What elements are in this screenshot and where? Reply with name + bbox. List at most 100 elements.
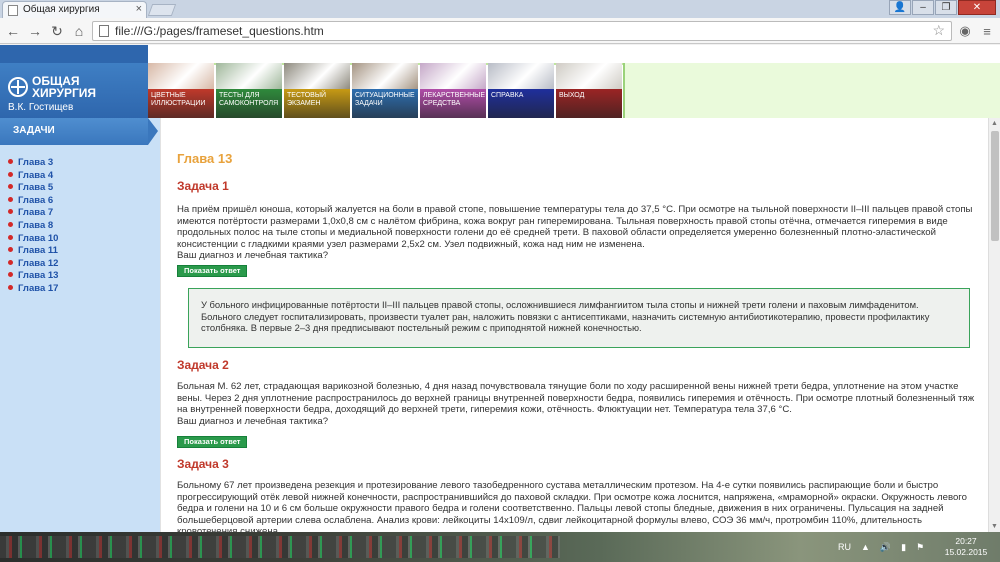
task-2-text: Больная М. 62 лет, страдающая варикозной… — [177, 381, 975, 427]
chapter-list: Глава 3 Глава 4 Глава 5 Глава 6 Глава 7 Глава… — [8, 157, 58, 296]
clock-date: 15.02.2015 — [944, 547, 988, 557]
taskbar: RU ▲ 🔊 ▮ ⚑ 20:27 15.02.2015 — [0, 532, 1000, 562]
sidebar-item-label: Глава 5 — [18, 182, 54, 194]
clock-time: 20:27 — [955, 536, 977, 546]
reload-icon[interactable]: ↻ — [48, 22, 66, 40]
task-3-title: Задача 3 — [177, 457, 229, 471]
sidebar-item-label: Глава 7 — [18, 207, 54, 219]
new-tab-button[interactable] — [147, 4, 177, 16]
nav-tile-6[interactable]: Справка — [488, 63, 554, 118]
nav-tile-image — [216, 63, 282, 89]
chapter-title: Глава 13 — [177, 151, 233, 166]
medical-cross-icon — [8, 77, 28, 97]
bullet-icon — [8, 247, 13, 253]
restore-icon[interactable]: ❐ — [935, 0, 957, 15]
nav-tile-image — [284, 63, 350, 89]
menu-icon[interactable]: ≡ — [978, 22, 996, 40]
address-bar[interactable]: file:///G:/pages/frameset_questions.htm … — [92, 21, 952, 41]
answer-box: У больного инфицированные потёртости II–… — [188, 288, 970, 348]
nav-tile-5[interactable]: Лекарственные средства — [420, 63, 486, 118]
sidebar-item-chapter[interactable]: Глава 6 — [8, 195, 58, 208]
flag-icon[interactable]: ⚑ — [916, 542, 924, 553]
nav-tile-4[interactable]: Ситуационные задачи — [352, 63, 418, 118]
top-band — [0, 45, 148, 63]
sidebar-item-label: Глава 3 — [18, 157, 54, 168]
sidebar-item-chapter[interactable]: Глава 3 — [8, 157, 58, 170]
nav-tile-label: Справка — [488, 89, 554, 118]
bullet-icon — [8, 171, 13, 177]
content-frame: Глава 13 Задача 1 На приём пришёл юноша,… — [160, 118, 988, 532]
header-band — [623, 63, 1000, 118]
network-icon[interactable]: ▮ — [901, 542, 906, 553]
sidebar-item-chapter[interactable]: Глава 4 — [8, 170, 58, 183]
close-window-icon[interactable]: ✕ — [958, 0, 996, 15]
sidebar-item-label: Глава 12 — [18, 257, 59, 269]
nav-tile-1[interactable]: Цветные иллюстрации — [148, 63, 214, 118]
main-nav: Цветные иллюстрации Тесты для самоконтрол… — [148, 63, 623, 118]
nav-tile-label: Цветные иллюстрации — [148, 89, 214, 118]
sidebar-header-label: ЗАДАЧИ — [13, 125, 55, 136]
page-icon — [99, 25, 109, 37]
tab-title: Общая хирургия — [23, 4, 100, 15]
bookmark-star-icon[interactable]: ☆ — [932, 22, 945, 39]
sidebar-item-label: Глава 4 — [18, 169, 54, 181]
system-tray: RU ▲ 🔊 ▮ ⚑ — [838, 532, 924, 562]
sidebar-item-chapter[interactable]: Глава 17 — [8, 283, 58, 296]
sidebar-item-chapter[interactable]: Глава 12 — [8, 258, 58, 271]
sidebar-item-label: Глава 13 — [18, 270, 59, 282]
sidebar-item-label: Глава 8 — [18, 219, 54, 231]
bullet-icon — [8, 221, 13, 227]
show-answer-button[interactable]: Показать ответ — [177, 265, 248, 277]
user-icon[interactable]: 👤 — [889, 0, 911, 15]
tab-close-icon[interactable]: × — [136, 3, 142, 15]
sidebar-item-label: Глава 17 — [18, 282, 59, 294]
sidebar-item-chapter[interactable]: Глава 7 — [8, 207, 58, 220]
sidebar: ЗАДАЧИ Глава 3 Глава 4 Глава 5 Глава 6 Глава… — [0, 118, 160, 532]
logo: ОБЩАЯ ХИРУРГИЯ В.К. Гостищев — [0, 63, 148, 118]
scroll-up-icon[interactable]: ▲ — [991, 120, 998, 127]
sidebar-item-chapter[interactable]: Глава 11 — [8, 245, 58, 258]
volume-icon[interactable]: 🔊 — [880, 542, 891, 553]
nav-tile-image — [420, 63, 486, 89]
scroll-down-icon[interactable]: ▼ — [991, 523, 998, 530]
bullet-icon — [8, 184, 13, 190]
browser-tab[interactable]: Общая хирургия × — [2, 1, 147, 18]
browser-tabbar: Общая хирургия × 👤 – ❐ ✕ — [0, 0, 1000, 18]
nav-tile-image — [488, 63, 554, 89]
nav-tile-label: Ситуационные задачи — [352, 89, 418, 118]
taskbar-apps[interactable] — [0, 536, 560, 558]
task-1-text: На приём пришёл юноша, который жалуется … — [177, 204, 973, 262]
nav-tile-3[interactable]: Тестовый экзамен — [284, 63, 350, 118]
nav-tile-label: Тесты для самоконтроля — [216, 89, 282, 118]
minimize-icon[interactable]: – — [912, 0, 934, 15]
browser-toolbar: ← → ↻ ⌂ file:///G:/pages/frameset_questi… — [0, 18, 1000, 44]
extension-icon[interactable]: ◉ — [956, 22, 974, 40]
window-controls: 👤 – ❐ ✕ — [889, 0, 996, 16]
task-3-text: Больному 67 лет произведена резекция и п… — [177, 480, 967, 532]
nav-tile-7[interactable]: Выход — [556, 63, 622, 118]
show-answer-button[interactable]: Показать ответ — [177, 436, 248, 448]
page-favicon-icon — [8, 5, 18, 16]
scrollbar-thumb[interactable] — [991, 131, 999, 241]
sidebar-item-chapter[interactable]: Глава 13 — [8, 270, 58, 283]
forward-arrow-icon[interactable]: → — [26, 22, 44, 40]
bullet-icon — [8, 196, 13, 202]
sidebar-item-chapter[interactable]: Глава 10 — [8, 233, 58, 246]
clock[interactable]: 20:27 15.02.2015 — [938, 536, 994, 558]
sidebar-item-chapter[interactable]: Глава 5 — [8, 182, 58, 195]
tray-arrow-icon[interactable]: ▲ — [861, 542, 870, 552]
page-viewport: ОБЩАЯ ХИРУРГИЯ В.К. Гостищев Цветные илл… — [0, 45, 1000, 532]
sidebar-item-label: Глава 10 — [18, 232, 59, 244]
bullet-icon — [8, 209, 13, 215]
bullet-icon — [8, 259, 13, 265]
task-2-title: Задача 2 — [177, 358, 229, 372]
bullet-icon — [8, 272, 13, 278]
address-url: file:///G:/pages/frameset_questions.htm — [115, 24, 324, 38]
nav-tile-label: Выход — [556, 89, 622, 118]
scrollbar[interactable]: ▲ ▼ — [988, 118, 1000, 532]
back-arrow-icon[interactable]: ← — [4, 22, 22, 40]
home-icon[interactable]: ⌂ — [70, 22, 88, 40]
sidebar-item-chapter[interactable]: Глава 8 — [8, 220, 58, 233]
language-indicator[interactable]: RU — [838, 542, 851, 552]
nav-tile-2[interactable]: Тесты для самоконтроля — [216, 63, 282, 118]
